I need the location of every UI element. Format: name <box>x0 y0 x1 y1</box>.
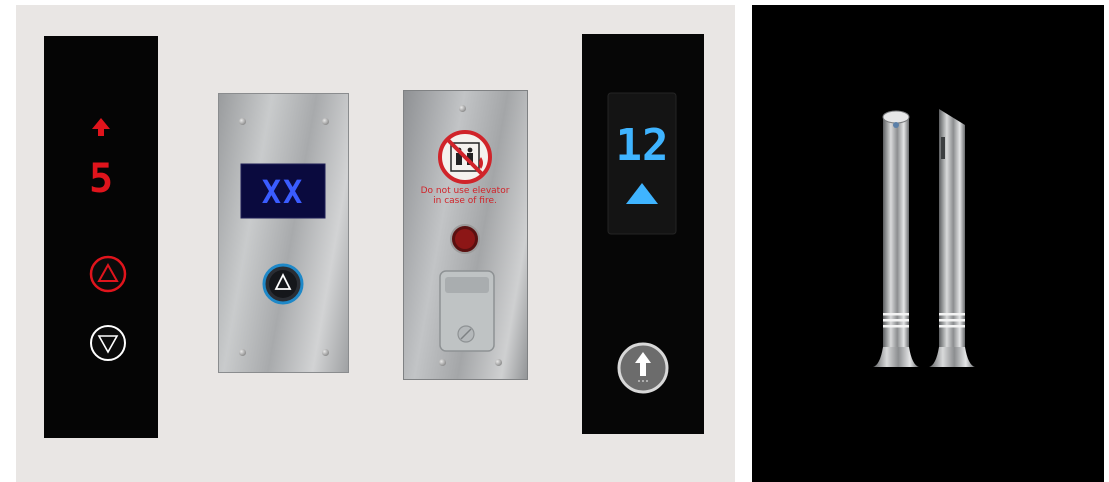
fire-call-button[interactable] <box>450 224 480 254</box>
fire-service-panel: Do not use elevator in case of fire. <box>403 90 528 380</box>
cyan-led-hall-panel: 12 <box>582 34 704 434</box>
arrow-up-icon <box>92 118 110 136</box>
bollard-right <box>929 109 975 367</box>
red-led-hall-panel: 5 <box>44 36 158 438</box>
matrix-display-text: XX <box>262 173 305 211</box>
triangle-up-button-icon[interactable] <box>89 255 127 293</box>
bollard-left <box>873 110 919 367</box>
arrow-up-circle-icon[interactable] <box>617 342 669 394</box>
triangle-down-button-icon[interactable] <box>90 325 126 361</box>
floor-number: 12 <box>616 120 669 171</box>
no-elevator-fire-icon <box>438 130 492 184</box>
fire-warning-line-1: Do not use elevator <box>420 186 510 196</box>
blue-matrix-graphics: XX <box>240 163 326 305</box>
fire-panel-graphics <box>438 130 495 352</box>
cyan-led-graphics: 12 <box>607 92 677 394</box>
floor-number: 5 <box>89 156 113 202</box>
fire-warning-line-2: in case of fire. <box>433 196 497 206</box>
triangle-up-button-icon[interactable] <box>262 263 304 305</box>
bollard-photo <box>873 109 975 367</box>
sensor-icon <box>893 122 899 128</box>
red-led-graphics: 5 <box>89 118 127 361</box>
blue-matrix-hall-panel: XX <box>218 93 349 373</box>
key-switch-cover[interactable] <box>439 270 495 352</box>
